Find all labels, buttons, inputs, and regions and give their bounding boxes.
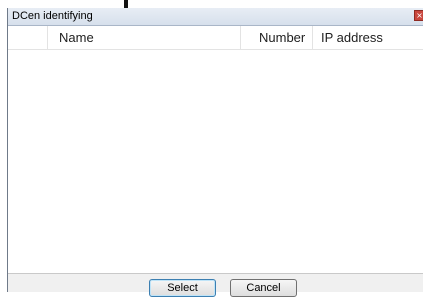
column-header-number[interactable]: Number xyxy=(241,26,313,49)
background-app-fragment xyxy=(0,0,423,8)
list-header: Name Number IP address xyxy=(8,26,423,50)
close-icon[interactable]: × xyxy=(414,10,423,21)
column-header-select[interactable] xyxy=(8,26,48,49)
select-button[interactable]: Select xyxy=(149,279,216,297)
column-header-ip-address[interactable]: IP address xyxy=(313,26,423,49)
device-list[interactable]: Name Number IP address xyxy=(8,26,423,274)
dialog-title: DCen identifying xyxy=(12,10,93,22)
background-mark xyxy=(124,0,128,8)
list-body[interactable] xyxy=(8,50,423,273)
column-header-name[interactable]: Name xyxy=(48,26,241,49)
identify-dialog: DCen identifying × Name Number IP addres… xyxy=(7,8,423,297)
dialog-titlebar[interactable]: DCen identifying × xyxy=(8,8,423,26)
cancel-button[interactable]: Cancel xyxy=(230,279,297,297)
